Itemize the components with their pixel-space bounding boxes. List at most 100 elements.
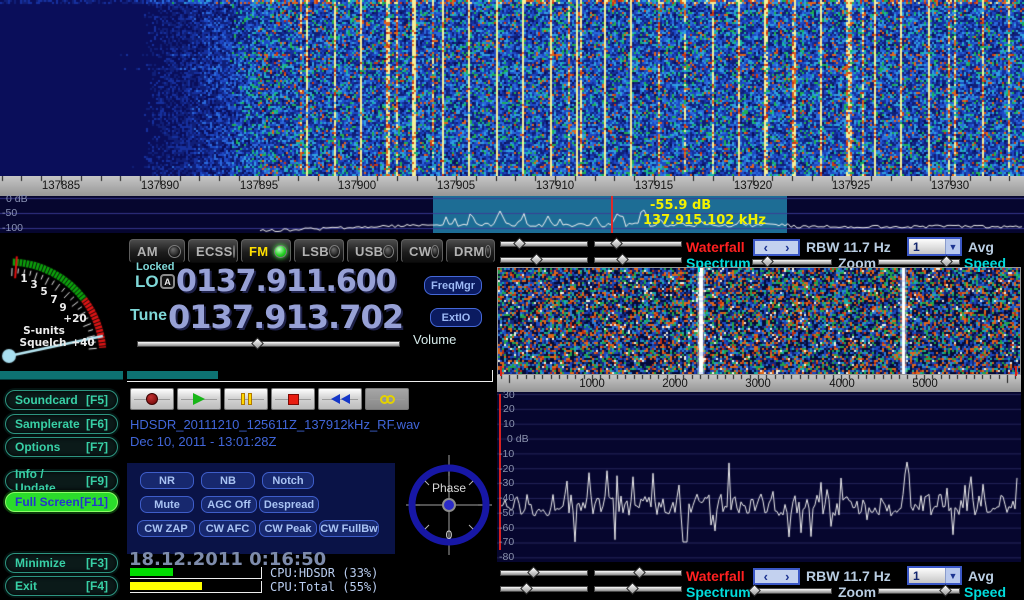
waterfall-brightness-slider-top[interactable] bbox=[500, 241, 588, 247]
audio-band-marker-left bbox=[698, 267, 700, 272]
rf-scale-label: 137890 bbox=[141, 180, 179, 192]
mode-ecss-button[interactable]: ECSS bbox=[188, 239, 238, 263]
buffer-progress-track bbox=[127, 370, 493, 382]
mode-drm-button[interactable]: DRM bbox=[446, 239, 495, 263]
freqmgr-button[interactable]: FreqMgr bbox=[424, 276, 482, 295]
waterfall-contrast-slider-top[interactable] bbox=[594, 241, 682, 247]
slider-thumb[interactable] bbox=[520, 582, 533, 595]
mute-button[interactable]: Mute bbox=[140, 496, 194, 513]
pause-icon bbox=[241, 393, 252, 405]
dropdown-arrow-icon[interactable]: ▼ bbox=[945, 568, 960, 583]
options-button[interactable]: Options[F7] bbox=[5, 437, 118, 457]
mode-lsb-button[interactable]: LSB bbox=[294, 239, 344, 263]
audio-waterfall[interactable] bbox=[498, 268, 1020, 374]
speed-slider-top[interactable] bbox=[878, 259, 960, 265]
slider-thumb[interactable] bbox=[610, 237, 623, 250]
lo-auto-badge[interactable]: A bbox=[160, 274, 175, 289]
slider-thumb[interactable] bbox=[940, 255, 953, 268]
rf-scale-label: 137925 bbox=[832, 180, 870, 192]
rbw-decrease-arrow[interactable]: ‹ bbox=[755, 570, 777, 583]
rf-scale-label: 137895 bbox=[240, 180, 278, 192]
mode-cw-button[interactable]: CW bbox=[401, 239, 443, 263]
rbw-decrease-arrow[interactable]: ‹ bbox=[755, 241, 777, 254]
zoom-label-bottom: Zoom bbox=[838, 584, 876, 600]
audio-spectrum-plot[interactable] bbox=[497, 392, 1021, 562]
avg-dropdown-bottom[interactable]: 1▼ bbox=[907, 566, 962, 585]
nr-button[interactable]: NR bbox=[140, 472, 194, 489]
dropdown-arrow-icon[interactable]: ▼ bbox=[945, 239, 960, 254]
speed-label-bottom: Speed bbox=[964, 584, 1006, 600]
mode-led bbox=[233, 245, 235, 258]
slider-thumb[interactable] bbox=[527, 566, 540, 579]
agc-button[interactable]: AGC Off bbox=[201, 496, 257, 513]
slider-thumb[interactable] bbox=[939, 584, 952, 597]
nb-button[interactable]: NB bbox=[201, 472, 255, 489]
despread-button[interactable]: Despread bbox=[259, 496, 319, 513]
cw-peak-button[interactable]: CW Peak bbox=[259, 520, 317, 537]
soundcard-button[interactable]: Soundcard[F5] bbox=[5, 390, 118, 410]
stop-button[interactable] bbox=[271, 388, 315, 410]
pause-button[interactable] bbox=[224, 388, 268, 410]
volume-slider-thumb[interactable] bbox=[251, 337, 264, 350]
zoom-slider-top[interactable] bbox=[752, 259, 832, 265]
rewind-button[interactable] bbox=[318, 388, 362, 410]
zoom-slider-bottom[interactable] bbox=[752, 588, 832, 594]
cw-fullbw-button[interactable]: CW FullBw bbox=[319, 520, 379, 537]
waterfall-contrast-slider-bottom[interactable] bbox=[594, 570, 682, 576]
rbw-spinner-bottom[interactable]: ‹› bbox=[753, 568, 800, 585]
slider-thumb[interactable] bbox=[530, 253, 543, 266]
audio-db-label: -60 bbox=[499, 522, 514, 534]
tune-frequency-display[interactable]: 0137.913.702 bbox=[168, 298, 403, 336]
audio-db-label: 0 dB bbox=[507, 433, 529, 445]
audio-db-label: 10 bbox=[503, 418, 515, 430]
audio-db-label: -50 bbox=[499, 507, 514, 519]
cursor-frequency-readout: 137.915.102 kHz bbox=[643, 213, 766, 228]
waterfall-label-top: Waterfall bbox=[686, 239, 745, 255]
rbw-spinner-top[interactable]: ‹› bbox=[753, 239, 800, 256]
main-waterfall[interactable] bbox=[0, 0, 1024, 176]
record-button[interactable] bbox=[130, 388, 174, 410]
minimize-button[interactable]: Minimize[F3] bbox=[5, 553, 118, 573]
mode-usb-button[interactable]: USB bbox=[347, 239, 398, 263]
speed-slider-bottom[interactable] bbox=[878, 588, 960, 594]
exit-button[interactable]: Exit[F4] bbox=[5, 576, 118, 596]
extio-button[interactable]: ExtIO bbox=[430, 308, 482, 327]
mode-am-button[interactable]: AM bbox=[129, 239, 185, 263]
smeter-units-label: S-units bbox=[23, 325, 65, 337]
spectrum-contrast-slider-top[interactable] bbox=[594, 257, 682, 263]
avg-dropdown-top[interactable]: 1▼ bbox=[907, 237, 962, 256]
spectrum-contrast-slider-bottom[interactable] bbox=[594, 586, 682, 592]
rbw-increase-arrow[interactable]: › bbox=[777, 241, 799, 254]
loop-button[interactable] bbox=[365, 388, 409, 410]
rewind-icon bbox=[330, 394, 350, 404]
spectrum-brightness-slider-bottom[interactable] bbox=[500, 586, 588, 592]
volume-slider[interactable] bbox=[137, 341, 400, 347]
rbw-increase-arrow[interactable]: › bbox=[777, 570, 799, 583]
spectrum-brightness-slider-top[interactable] bbox=[500, 257, 588, 263]
slider-thumb[interactable] bbox=[633, 566, 646, 579]
slider-thumb[interactable] bbox=[513, 237, 526, 250]
phase-center-dot bbox=[443, 499, 455, 511]
fullscreen-button[interactable]: Full Screen[F11] bbox=[5, 492, 118, 512]
squelch-level-bar[interactable] bbox=[0, 371, 123, 380]
audio-db-label: -80 bbox=[499, 551, 514, 563]
rf-scale-label: 137920 bbox=[734, 180, 772, 192]
notch-button[interactable]: Notch bbox=[262, 472, 314, 489]
cw-afc-button[interactable]: CW AFC bbox=[199, 520, 256, 537]
lo-frequency-display[interactable]: 0137.911.600 bbox=[176, 264, 396, 299]
slider-thumb[interactable] bbox=[626, 582, 639, 595]
main-spectrum[interactable]: 0 dB -50 -100 -55.9 dB 137.915.102 kHz bbox=[0, 196, 1024, 233]
info-update-button[interactable]: Info / Update[F9] bbox=[5, 471, 118, 491]
slider-thumb[interactable] bbox=[617, 253, 630, 266]
mode-fm-button[interactable]: FM bbox=[241, 239, 291, 263]
audio-db-label: -30 bbox=[499, 477, 514, 489]
cw-zap-button[interactable]: CW ZAP bbox=[137, 520, 195, 537]
samplerate-button[interactable]: Samplerate[F6] bbox=[5, 414, 118, 434]
waterfall-brightness-slider-bottom[interactable] bbox=[500, 570, 588, 576]
play-button[interactable] bbox=[177, 388, 221, 410]
tune-cursor[interactable] bbox=[611, 196, 613, 233]
rf-scale-label: 137885 bbox=[42, 180, 80, 192]
cpu-total-bar-track bbox=[130, 581, 262, 593]
rf-frequency-scale[interactable]: 137885 137890 137895 137900 137905 13791… bbox=[0, 176, 1024, 196]
slider-thumb[interactable] bbox=[761, 255, 774, 268]
